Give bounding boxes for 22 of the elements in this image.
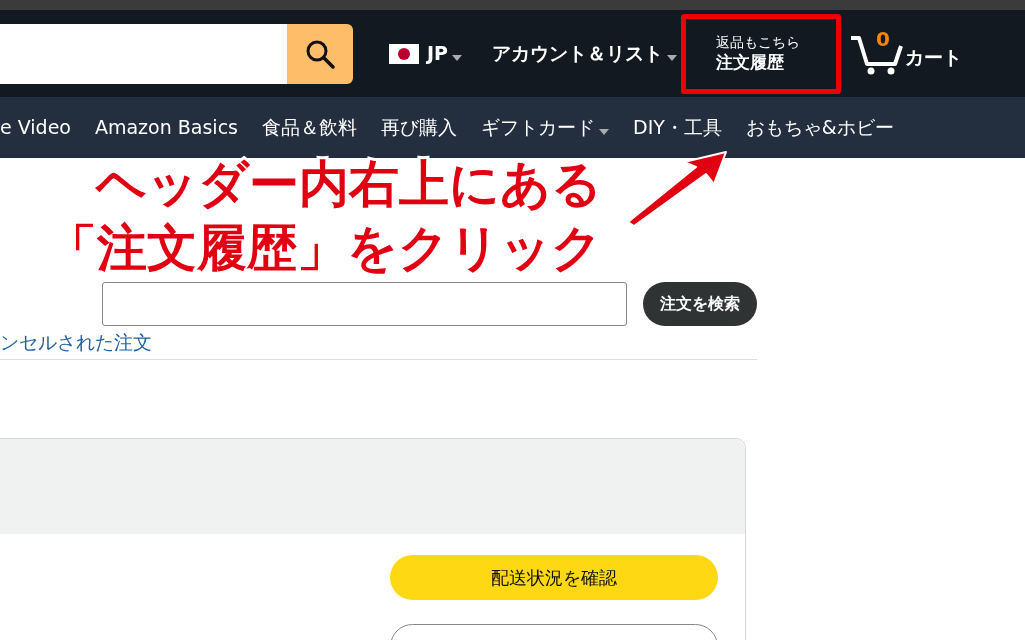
nav-link[interactable]: 食品＆飲料 [262, 113, 357, 142]
caret-icon [667, 54, 677, 61]
annotation-text: 「注文履歴」をクリック [47, 218, 602, 279]
nav-link[interactable]: e Video [0, 113, 71, 142]
search-field[interactable] [0, 23, 287, 84]
caret-icon [599, 128, 609, 135]
caret-icon [452, 54, 462, 61]
nav-link[interactable]: 再び購入 [381, 113, 457, 142]
nav-link[interactable]: Amazon Basics [94, 113, 238, 142]
search-orders-button[interactable]: 注文を検索 [643, 282, 757, 326]
order-search-field[interactable] [102, 282, 627, 326]
search-button[interactable] [287, 23, 353, 84]
region-selector[interactable]: JP [389, 39, 448, 68]
track-package-button[interactable]: 配送状況を確認 [390, 554, 718, 600]
nav-link[interactable]: ギフトカード [481, 113, 609, 142]
orders-link[interactable]: 返品もこちら 注文履歴 [681, 13, 841, 94]
nav-link[interactable]: DIY・工具 [633, 113, 722, 142]
cancelled-orders-link[interactable]: ンセルされた注文 [0, 328, 1025, 357]
account-menu[interactable]: アカウント＆リスト [492, 39, 663, 68]
nav-link[interactable]: おもちゃ&ホビー [745, 113, 894, 142]
annotation-text: ヘッダー内右上にある [96, 154, 602, 215]
flag-icon [389, 43, 419, 64]
